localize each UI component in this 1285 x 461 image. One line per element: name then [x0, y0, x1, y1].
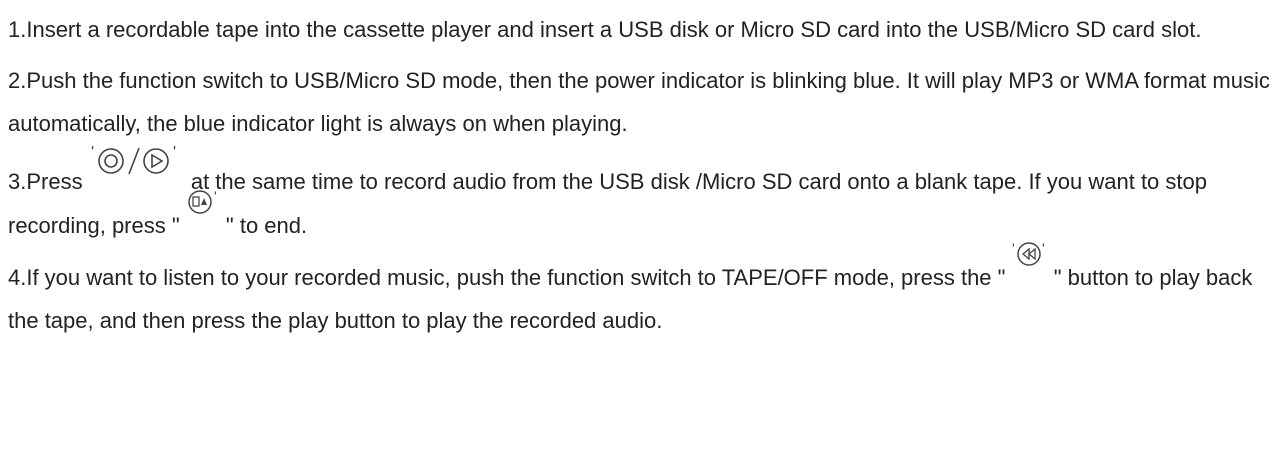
svg-text:': ' — [91, 144, 94, 161]
record-play-icon: ' ' — [89, 143, 185, 179]
step-1-text: 1.Insert a recordable tape into the cass… — [8, 17, 1202, 42]
record-icon — [97, 148, 124, 174]
svg-text:': ' — [1042, 241, 1045, 256]
stop-eject-icon: ' — [186, 189, 220, 219]
step-3-text-end: " to end. — [225, 213, 308, 238]
instruction-document: 1.Insert a recordable tape into the cass… — [0, 0, 1285, 461]
svg-text:': ' — [173, 144, 176, 161]
step-1: 1.Insert a recordable tape into the cass… — [8, 8, 1275, 51]
step-3: 3.Press ' ' at the same time to record a… — [8, 144, 1275, 247]
svg-text:': ' — [1012, 241, 1015, 256]
play-icon — [142, 148, 169, 174]
step-2-text: 2.Push the function switch to USB/Micro … — [8, 68, 1270, 136]
step-2: 2.Push the function switch to USB/Micro … — [8, 59, 1275, 145]
step-3-text-start: 3.Press — [8, 169, 89, 194]
step-4-text-start: 4.If you want to listen to your recorded… — [8, 265, 1006, 290]
step-4: 4.If you want to listen to your recorded… — [8, 241, 1275, 342]
svg-text:': ' — [214, 189, 217, 204]
rewind-icon: ' ' — [1012, 241, 1048, 271]
